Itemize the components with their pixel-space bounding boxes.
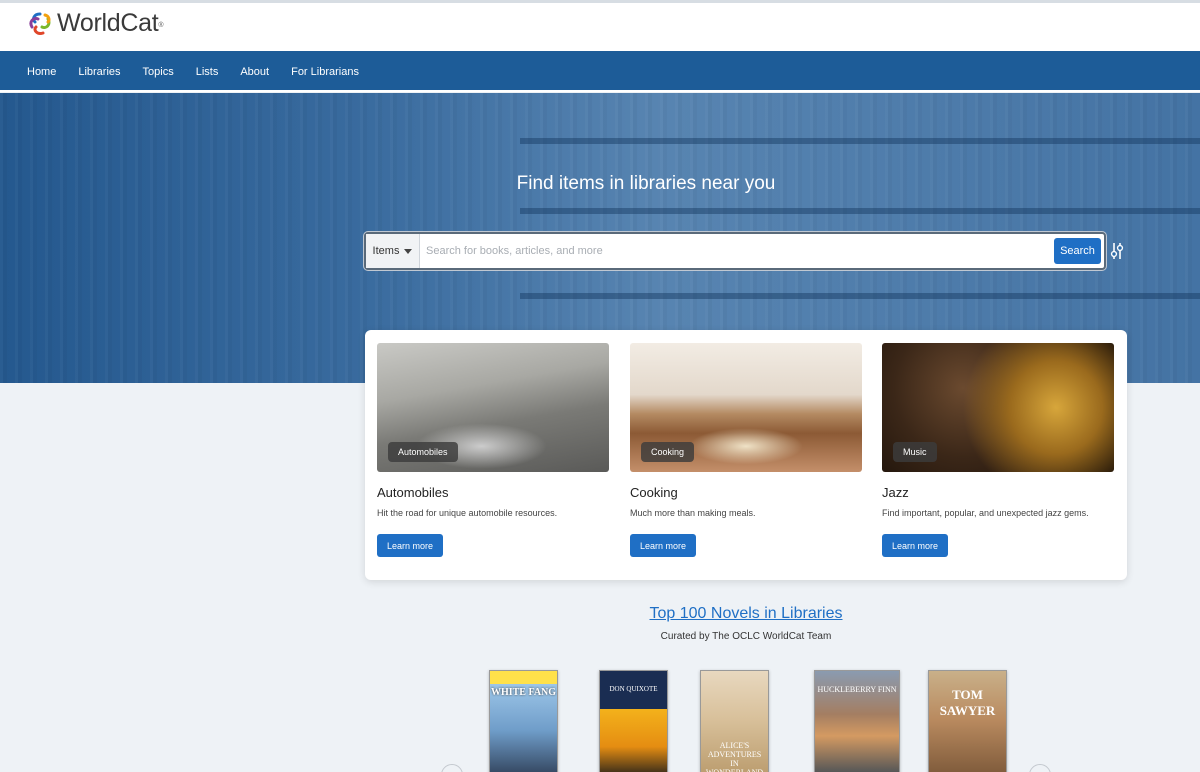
topic-card-automobiles: Automobiles Automobiles Hit the road for… [377, 343, 609, 557]
caret-down-icon [404, 248, 413, 254]
cooking-image[interactable]: Cooking [630, 343, 862, 472]
jazz-image[interactable]: Music [882, 343, 1114, 472]
nav-item-home[interactable]: Home [27, 66, 56, 78]
logo-text: WorldCat [57, 9, 159, 37]
nav-item-topics[interactable]: Topics [143, 66, 174, 78]
carousel-prev-button[interactable] [441, 764, 463, 772]
worldcat-logo-icon [29, 12, 51, 35]
search-input[interactable] [426, 240, 1046, 262]
topic-title: Cooking [630, 485, 678, 500]
shelf-band [520, 208, 1200, 214]
book-cover[interactable]: WHITE FANG [489, 670, 558, 772]
search-type-dropdown[interactable]: Items [366, 234, 420, 268]
topic-badge: Automobiles [388, 442, 458, 462]
nav-item-lists[interactable]: Lists [196, 66, 219, 78]
book-cover[interactable]: TOM SAWYER [928, 670, 1007, 772]
topic-card-jazz: Music Jazz Find important, popular, and … [882, 343, 1114, 557]
topic-badge: Music [893, 442, 937, 462]
automobiles-image[interactable]: Automobiles [377, 343, 609, 472]
topic-title: Jazz [882, 485, 909, 500]
carousel-next-button[interactable] [1029, 764, 1051, 772]
book-cover[interactable]: ALICE'S ADVENTURES IN WONDERLAND [700, 670, 769, 772]
book-cover[interactable]: DON QUIXOTE [599, 670, 668, 772]
search-type-label: Items [372, 245, 400, 257]
top-novels-link[interactable]: Top 100 Novels in Libraries [365, 605, 1127, 623]
learn-more-button[interactable]: Learn more [882, 534, 948, 557]
site-header: WorldCat ® [0, 0, 1200, 51]
topic-description: Much more than making meals. [630, 508, 756, 518]
topic-card-cooking: Cooking Cooking Much more than making me… [630, 343, 862, 557]
nav-item-about[interactable]: About [240, 66, 269, 78]
worldcat-logo[interactable]: WorldCat ® [27, 9, 164, 38]
search-bar: Items Search [364, 232, 1106, 270]
advanced-search-filter-icon[interactable] [1110, 242, 1124, 260]
book-cover-title: TOM SAWYER [939, 687, 996, 718]
learn-more-button[interactable]: Learn more [377, 534, 443, 557]
book-cover-title: DON QUIXOTE [609, 685, 658, 693]
main-nav: Home Libraries Topics Lists About For Li… [0, 51, 1200, 92]
registered-mark: ® [158, 22, 164, 29]
book-cover-title: WHITE FANG [490, 687, 557, 698]
top-novels-subtitle: Curated by The OCLC WorldCat Team [660, 631, 832, 642]
learn-more-button[interactable]: Learn more [630, 534, 696, 557]
nav-item-libraries[interactable]: Libraries [78, 66, 120, 78]
shelf-band [520, 293, 1200, 299]
search-button[interactable]: Search [1054, 238, 1101, 264]
book-cover-title: ALICE'S ADVENTURES IN WONDERLAND [706, 741, 763, 772]
book-cover-title: HUCKLEBERRY FINN [817, 685, 897, 694]
topic-description: Hit the road for unique automobile resou… [377, 508, 558, 518]
nav-item-for-librarians[interactable]: For Librarians [291, 66, 359, 78]
topics-panel: Automobiles Automobiles Hit the road for… [365, 330, 1127, 580]
topic-title: Automobiles [377, 485, 449, 500]
book-cover[interactable]: HUCKLEBERRY FINN [814, 670, 900, 772]
topic-badge: Cooking [641, 442, 695, 462]
topic-description: Find important, popular, and unexpected … [882, 508, 1089, 518]
shelf-band [520, 138, 1200, 144]
hero-title: Find items in libraries near you [516, 173, 776, 194]
